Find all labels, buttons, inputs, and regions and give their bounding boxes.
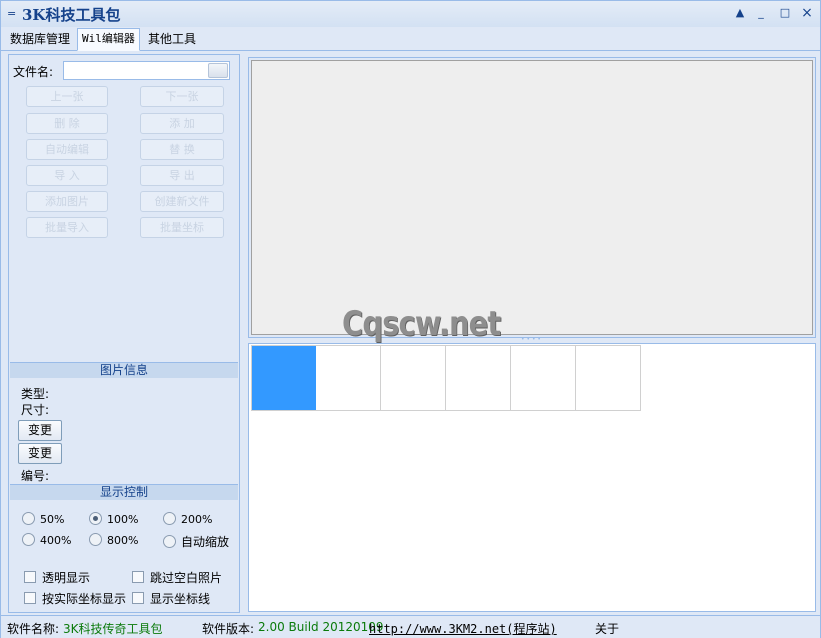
batch-import-button[interactable]: 批量导入 [26, 217, 108, 238]
tab-bar: 数据库管理 Wil编辑器 其他工具 [1, 28, 820, 51]
radio-indicator [163, 535, 176, 548]
delete-button[interactable]: 删 除 [26, 113, 108, 134]
add-button[interactable]: 添 加 [140, 113, 224, 134]
zoom-200-label: 200% [181, 513, 213, 526]
software-name-value: 3K科技传奇工具包 [63, 622, 163, 636]
thumbnail-cell-selected[interactable] [251, 345, 317, 411]
change-button-1[interactable]: 变更 [18, 420, 62, 441]
tab-other-tools[interactable]: 其他工具 [144, 29, 200, 49]
replace-button[interactable]: 替 换 [140, 139, 224, 160]
zoom-100-label: 100% [107, 513, 139, 526]
thumbnail-cell[interactable] [316, 345, 381, 411]
image-canvas[interactable]: Cqscw.net [251, 60, 813, 344]
thumbnail-cell[interactable] [446, 345, 511, 411]
menu-icon[interactable]: = [7, 7, 16, 20]
change-button-2[interactable]: 变更 [18, 443, 62, 464]
skip-blank-checkbox[interactable]: 跳过空白照片 [132, 569, 222, 586]
zoom-200-radio[interactable]: 200% [163, 512, 212, 526]
title-bar: = 3K科技工具包 ▲ _ □ × [1, 1, 820, 27]
display-control-header: 显示控制 [10, 484, 238, 500]
vertical-splitter[interactable] [239, 54, 247, 611]
next-button[interactable]: 下一张 [140, 86, 224, 107]
radio-indicator-selected [89, 512, 102, 525]
show-coord-lines-checkbox[interactable]: 显示坐标线 [132, 590, 210, 607]
collapse-icon[interactable]: ▲ [732, 6, 748, 20]
export-button[interactable]: 导 出 [140, 165, 224, 186]
checkbox-box [24, 592, 36, 604]
zoom-50-radio[interactable]: 50% [22, 512, 64, 526]
thumbnail-cell[interactable] [511, 345, 576, 411]
zoom-auto-label: 自动缩放 [181, 535, 230, 549]
maximize-button[interactable]: □ [777, 6, 793, 20]
tab-wil-editor[interactable]: Wil编辑器 [77, 28, 140, 51]
website-link[interactable]: http://www.3KM2.net(程序站) [369, 620, 557, 637]
skip-blank-label: 跳过空白照片 [150, 571, 223, 585]
thumbnail-panel [248, 343, 816, 612]
app-window: = 3K科技工具包 ▲ _ □ × 数据库管理 Wil编辑器 其他工具 文件名:… [0, 0, 821, 638]
add-image-button[interactable]: 添加图片 [26, 191, 108, 212]
transparent-checkbox[interactable]: 透明显示 [24, 569, 90, 586]
tab-database[interactable]: 数据库管理 [6, 29, 74, 49]
horizontal-splitter[interactable]: • • • • [248, 337, 814, 343]
show-coord-lines-label: 显示坐标线 [150, 592, 211, 606]
transparent-label: 透明显示 [42, 571, 91, 585]
file-name-label: 文件名: [13, 65, 54, 79]
zoom-800-radio[interactable]: 800% [89, 533, 138, 547]
thumbnail-cell[interactable] [576, 345, 641, 411]
minimize-button[interactable]: _ [753, 6, 769, 20]
auto-edit-button[interactable]: 自动编辑 [26, 139, 108, 160]
checkbox-box [24, 571, 36, 583]
zoom-100-radio[interactable]: 100% [89, 512, 138, 526]
status-bar: 软件名称: 3K科技传奇工具包 软件版本: 2.00 Build 2012010… [1, 615, 820, 638]
radio-indicator [22, 512, 35, 525]
radio-indicator [89, 533, 102, 546]
dropdown-button[interactable] [208, 63, 228, 78]
zoom-50-label: 50% [40, 513, 65, 526]
checkbox-box [132, 571, 144, 583]
size-label: 尺寸: [21, 403, 50, 417]
zoom-auto-radio[interactable]: 自动缩放 [163, 533, 229, 550]
import-button[interactable]: 导 入 [26, 165, 108, 186]
type-label: 类型: [21, 387, 50, 401]
prev-button[interactable]: 上一张 [26, 86, 108, 107]
batch-coords-button[interactable]: 批量坐标 [140, 217, 224, 238]
checkbox-box [132, 592, 144, 604]
image-info-header: 图片信息 [10, 362, 238, 378]
software-version-label: 软件版本: [202, 622, 255, 636]
thumbnail-cell[interactable] [381, 345, 446, 411]
image-preview-panel: Cqscw.net [248, 57, 816, 344]
file-name-combo[interactable] [63, 61, 230, 80]
left-panel: 文件名: 上一张 下一张 删 除 添 加 自动编辑 替 换 导 入 导 出 添加… [8, 54, 240, 613]
zoom-800-label: 800% [107, 534, 139, 547]
zoom-400-label: 400% [40, 534, 72, 547]
file-controls: 文件名: 上一张 下一张 删 除 添 加 自动编辑 替 换 导 入 导 出 添加… [10, 56, 238, 361]
radio-indicator [163, 512, 176, 525]
about-link[interactable]: 关于 [595, 620, 619, 637]
index-label: 编号: [21, 469, 50, 483]
window-title: 3K科技工具包 [22, 6, 121, 24]
software-name-label: 软件名称: [7, 622, 60, 636]
create-file-button[interactable]: 创建新文件 [140, 191, 224, 212]
software-version-value: 2.00 Build 20120109 [258, 620, 384, 634]
actual-coords-checkbox[interactable]: 按实际坐标显示 [24, 590, 126, 607]
radio-indicator [22, 533, 35, 546]
zoom-400-radio[interactable]: 400% [22, 533, 71, 547]
actual-coords-label: 按实际坐标显示 [42, 592, 127, 606]
close-button[interactable]: × [799, 6, 815, 20]
